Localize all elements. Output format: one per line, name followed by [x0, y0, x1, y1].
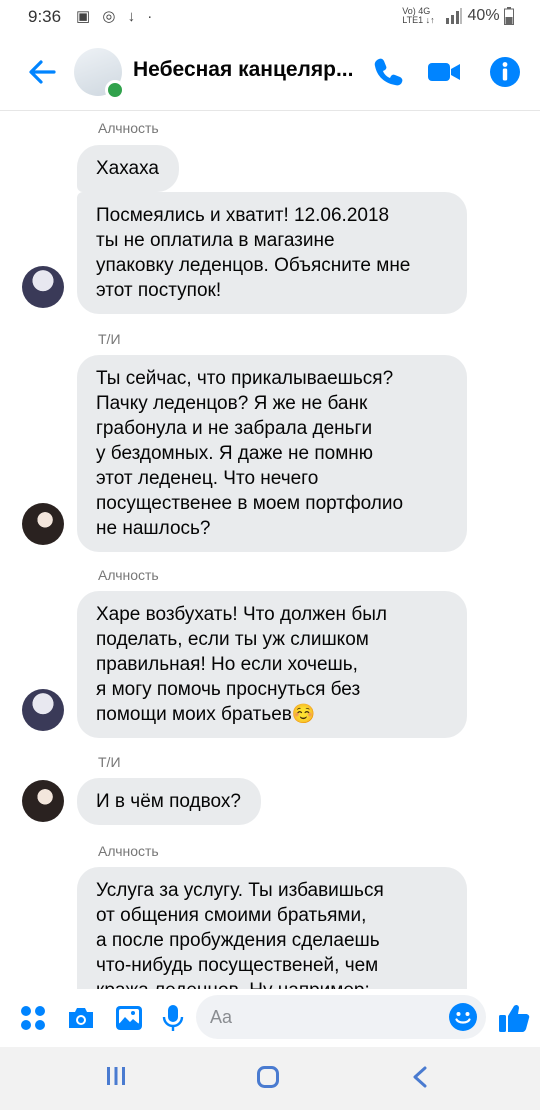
status-right: Vo) 4G LTE1 ↓↑ 40%	[402, 7, 514, 25]
message-bubble[interactable]: И в чём подвох?	[77, 778, 261, 825]
message-composer: Aa	[0, 989, 540, 1047]
message-bubble[interactable]: Хахаха	[77, 145, 179, 192]
conversation-header: Небесная канцеляр...	[0, 34, 540, 111]
notification-icons: ▣ ◎ ↓ ·	[76, 8, 157, 25]
status-bar: 9:36 ▣ ◎ ↓ · Vo) 4G LTE1 ↓↑ 40%	[0, 0, 540, 34]
sender-avatar-alchnost[interactable]	[22, 266, 64, 308]
back-arrow-icon[interactable]	[26, 56, 58, 88]
battery-percent: 40%	[467, 7, 500, 25]
sender-name: Алчность	[98, 843, 159, 859]
recent-apps-icon[interactable]	[105, 1065, 127, 1087]
message-bubble[interactable]: Посмеялись и хватит! 12.06.2018 ты не оп…	[77, 192, 467, 314]
network-indicator: Vo) 4G LTE1 ↓↑	[402, 6, 435, 25]
battery-icon	[504, 7, 514, 25]
nav-back-icon[interactable]	[410, 1065, 430, 1089]
gallery-icon[interactable]	[114, 1003, 144, 1033]
signal-icon	[446, 8, 463, 24]
home-icon[interactable]	[256, 1065, 280, 1089]
info-icon[interactable]	[487, 54, 523, 90]
status-time: 9:36	[28, 7, 62, 26]
sender-name: Т/И	[98, 331, 121, 347]
thumbs-up-icon[interactable]	[497, 1001, 531, 1035]
system-nav-bar	[0, 1047, 540, 1110]
message-input-placeholder: Aa	[210, 1007, 233, 1027]
phone-icon[interactable]	[370, 54, 406, 90]
online-status-dot	[105, 80, 125, 100]
message-bubble[interactable]: Услуга за услугу. Ты избавишься от общен…	[77, 867, 467, 989]
message-input[interactable]: Aa	[196, 995, 486, 1039]
apps-menu-icon[interactable]	[18, 1003, 48, 1033]
sender-name: Т/И	[98, 754, 121, 770]
sender-name: Алчность	[98, 120, 159, 136]
sender-name: Алчность	[98, 567, 159, 583]
sender-avatar-ti[interactable]	[22, 503, 64, 545]
conversation-title[interactable]: Небесная канцеляр...	[133, 58, 361, 82]
camera-icon[interactable]	[66, 1003, 96, 1033]
video-icon[interactable]	[426, 54, 462, 90]
message-thread[interactable]: Алчность Хахаха Посмеялись и хватит! 12.…	[0, 111, 540, 989]
message-bubble[interactable]: Харе возбухать! Что должен был поделать,…	[77, 591, 467, 738]
sender-avatar-alchnost[interactable]	[22, 689, 64, 731]
sender-avatar-ti[interactable]	[22, 780, 64, 822]
microphone-icon[interactable]	[158, 1003, 188, 1033]
emoji-icon[interactable]	[448, 1002, 478, 1032]
message-bubble[interactable]: Ты сейчас, что прикалываешься? Пачку лед…	[77, 355, 467, 552]
